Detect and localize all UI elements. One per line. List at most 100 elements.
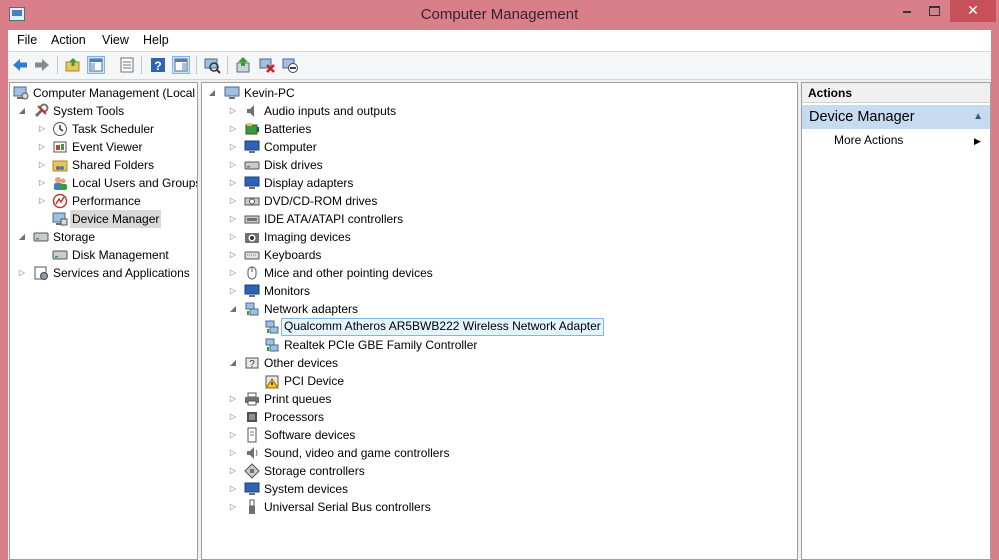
system-tools-icon xyxy=(33,103,49,119)
expand-arrow-icon[interactable]: ▷ xyxy=(228,390,238,408)
device-category[interactable]: ▷ Sound, video and game controllers xyxy=(202,444,792,462)
device-category[interactable]: ▷ IDE ATA/ATAPI controllers xyxy=(202,210,792,228)
tree-item-system-tools[interactable]: ◢ System Tools xyxy=(10,102,197,120)
device-category[interactable]: ▷ Processors xyxy=(202,408,792,426)
expand-arrow-icon[interactable]: ▷ xyxy=(228,138,238,156)
menu-file[interactable]: File xyxy=(17,33,37,47)
menu-help[interactable]: Help xyxy=(143,33,169,47)
menu-action[interactable]: Action xyxy=(51,33,86,47)
expand-arrow-icon[interactable]: ▷ xyxy=(228,498,238,516)
tree-item-task-scheduler[interactable]: ▷ Task Scheduler xyxy=(10,120,197,138)
forward-icon[interactable] xyxy=(33,56,51,74)
device-label: Monitors xyxy=(264,284,311,298)
tree-item-shared-folders[interactable]: ▷ Shared Folders xyxy=(10,156,197,174)
actions-section-device-manager[interactable]: Device Manager ▲ xyxy=(802,105,990,129)
device-category[interactable]: ▷ Keyboards xyxy=(202,246,792,264)
collapse-arrow-icon[interactable]: ◢ xyxy=(228,300,238,318)
uninstall-device-icon[interactable] xyxy=(258,56,276,74)
scan-hardware-icon[interactable] xyxy=(203,56,221,74)
expand-arrow-icon[interactable]: ▷ xyxy=(228,246,238,264)
tree-item-computer-management[interactable]: Computer Management (Local xyxy=(10,84,197,102)
up-folder-icon[interactable] xyxy=(64,56,82,74)
tree-item-device-manager[interactable]: Device Manager xyxy=(10,210,197,228)
toolbar-separator xyxy=(141,56,142,74)
expand-arrow-icon[interactable]: ▷ xyxy=(228,264,238,282)
expand-arrow-icon[interactable]: ▷ xyxy=(37,156,47,174)
expand-arrow-icon[interactable]: ▷ xyxy=(37,138,47,156)
help-icon[interactable]: ? xyxy=(149,56,167,74)
device-category[interactable]: ▷ Computer xyxy=(202,138,792,156)
show-hide-action-pane-icon[interactable] xyxy=(172,56,190,74)
device-category-network-adapters[interactable]: ◢ Network adapters xyxy=(202,300,792,318)
minimize-button[interactable] xyxy=(894,0,920,22)
expand-arrow-icon[interactable]: ▷ xyxy=(228,120,238,138)
device-category[interactable]: ▷ Storage controllers xyxy=(202,462,792,480)
device-category[interactable]: ▷ Batteries xyxy=(202,120,792,138)
device-category[interactable]: ▷ Mice and other pointing devices xyxy=(202,264,792,282)
device-category[interactable]: ▷ Disk drives xyxy=(202,156,792,174)
close-button[interactable]: ✕ xyxy=(950,0,996,22)
expand-arrow-icon[interactable]: ▷ xyxy=(228,408,238,426)
device-category[interactable]: ▷ System devices xyxy=(202,480,792,498)
expand-arrow-icon[interactable]: ▷ xyxy=(228,174,238,192)
expand-arrow-icon[interactable]: ▷ xyxy=(228,210,238,228)
tree-item-services-apps[interactable]: ▷ Services and Applications xyxy=(10,264,197,282)
device-category[interactable]: ▷ DVD/CD-ROM drives xyxy=(202,192,792,210)
expand-arrow-icon[interactable]: ▷ xyxy=(228,228,238,246)
expand-arrow-icon[interactable]: ▷ xyxy=(17,264,27,282)
expand-arrow-icon[interactable]: ▷ xyxy=(228,102,238,120)
device-label: Sound, video and game controllers xyxy=(264,446,450,460)
svg-text:?: ? xyxy=(154,59,161,73)
collapse-arrow-icon[interactable]: ◢ xyxy=(17,102,27,120)
device-label: IDE ATA/ATAPI controllers xyxy=(264,212,404,226)
tree-item-event-viewer[interactable]: ▷ Event Viewer xyxy=(10,138,197,156)
device-category[interactable]: ▷ Monitors xyxy=(202,282,792,300)
show-hide-console-tree-icon[interactable] xyxy=(87,56,105,74)
more-actions-link[interactable]: More Actions xyxy=(834,133,903,147)
device-label: Qualcomm Atheros AR5BWB222 Wireless Netw… xyxy=(281,318,604,336)
properties-icon[interactable] xyxy=(118,56,136,74)
expand-arrow-icon[interactable]: ▷ xyxy=(228,192,238,210)
tree-item-storage[interactable]: ◢ Storage xyxy=(10,228,197,246)
device-item-wireless-adapter[interactable]: Qualcomm Atheros AR5BWB222 Wireless Netw… xyxy=(202,318,792,336)
device-category[interactable]: ▷ Universal Serial Bus controllers xyxy=(202,498,792,516)
collapse-arrow-icon[interactable]: ◢ xyxy=(207,84,217,102)
device-tree[interactable]: ◢ Kevin-PC ▷ Audio inputs and outputs ▷ … xyxy=(201,82,798,560)
device-category[interactable]: ▷ Software devices xyxy=(202,426,792,444)
expand-arrow-icon[interactable]: ▷ xyxy=(228,282,238,300)
expand-arrow-icon[interactable]: ▷ xyxy=(228,444,238,462)
tree-item-performance[interactable]: ▷ Performance xyxy=(10,192,197,210)
tree-item-disk-management[interactable]: Disk Management xyxy=(10,246,197,264)
collapse-up-icon[interactable]: ▲ xyxy=(973,105,983,129)
expand-arrow-icon[interactable]: ▷ xyxy=(37,120,47,138)
expand-arrow-icon[interactable]: ▷ xyxy=(37,192,47,210)
maximize-button[interactable] xyxy=(920,0,948,22)
expand-arrow-icon[interactable]: ▷ xyxy=(228,462,238,480)
usb-icon xyxy=(244,499,260,515)
collapse-arrow-icon[interactable]: ◢ xyxy=(17,228,27,246)
back-icon[interactable] xyxy=(11,56,29,74)
collapse-arrow-icon[interactable]: ◢ xyxy=(228,354,238,372)
device-category[interactable]: ▷ Display adapters xyxy=(202,174,792,192)
device-label: System devices xyxy=(264,482,349,496)
device-category[interactable]: ▷ Imaging devices xyxy=(202,228,792,246)
processor-icon xyxy=(244,409,260,425)
disable-device-icon[interactable] xyxy=(281,56,299,74)
title-bar: Computer Management ✕ xyxy=(0,0,999,30)
expand-arrow-icon[interactable]: ▷ xyxy=(228,156,238,174)
tree-label: System Tools xyxy=(53,104,125,118)
expand-arrow-icon[interactable]: ▷ xyxy=(37,174,47,192)
console-tree[interactable]: Computer Management (Local ◢ System Tool… xyxy=(9,82,198,560)
device-category[interactable]: ▷ Audio inputs and outputs xyxy=(202,102,792,120)
expand-arrow-icon[interactable]: ▷ xyxy=(228,426,238,444)
submenu-arrow-icon[interactable]: ▶ xyxy=(974,133,981,149)
menu-view[interactable]: View xyxy=(102,33,129,47)
device-item-pci-device[interactable]: PCI Device xyxy=(202,372,792,390)
expand-arrow-icon[interactable]: ▷ xyxy=(228,480,238,498)
device-category[interactable]: ▷ Print queues xyxy=(202,390,792,408)
tree-item-local-users[interactable]: ▷ Local Users and Groups xyxy=(10,174,197,192)
device-root-kevin-pc[interactable]: ◢ Kevin-PC xyxy=(202,84,792,102)
device-category-other-devices[interactable]: ◢ ? Other devices xyxy=(202,354,792,372)
device-item-realtek-controller[interactable]: Realtek PCIe GBE Family Controller xyxy=(202,336,792,354)
update-driver-icon[interactable] xyxy=(234,56,252,74)
